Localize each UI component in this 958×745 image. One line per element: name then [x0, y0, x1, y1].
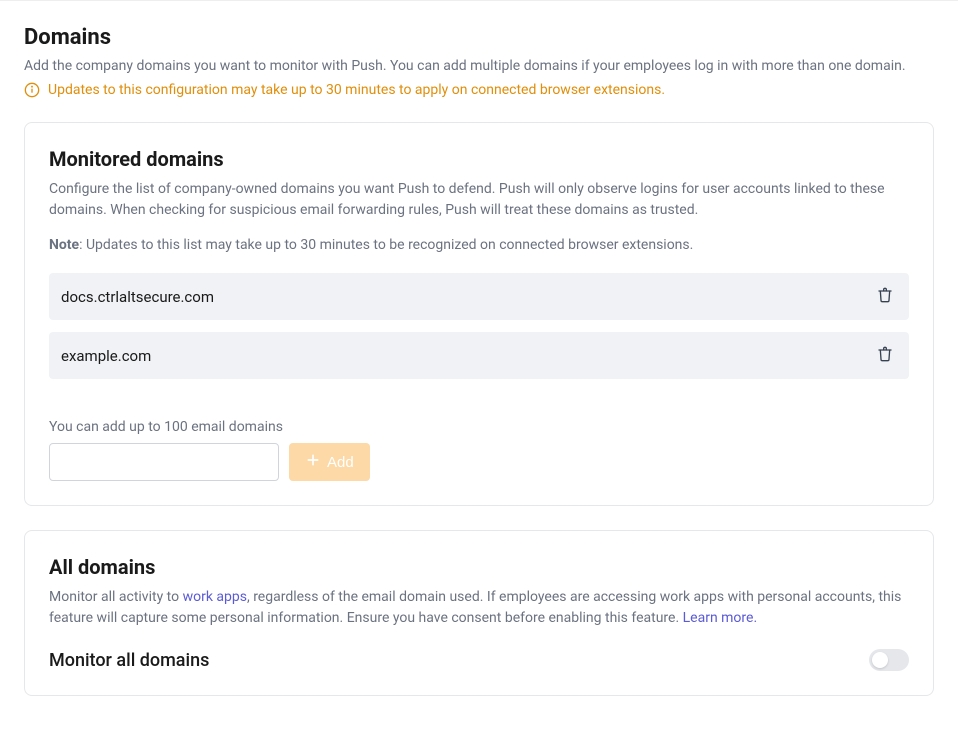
all-desc-prefix: Monitor all activity to [49, 589, 183, 605]
note-label: Note [49, 237, 79, 253]
monitored-description: Configure the list of company-owned doma… [49, 179, 909, 221]
add-button-label: Add [327, 454, 354, 471]
all-domains-card: All domains Monitor all activity to work… [24, 530, 934, 696]
add-domain-input[interactable] [49, 443, 279, 481]
info-icon [24, 82, 40, 98]
domain-name: docs.ctrlaltsecure.com [61, 288, 214, 306]
monitored-note: Note: Updates to this list may take up t… [49, 237, 909, 253]
add-domain-button[interactable]: Add [289, 443, 370, 481]
delete-domain-button[interactable] [873, 342, 897, 369]
page-title: Domains [24, 25, 934, 50]
add-domain-hint: You can add up to 100 email domains [49, 419, 909, 435]
add-domain-section: You can add up to 100 email domains Add [49, 419, 909, 481]
trash-icon [877, 346, 893, 365]
trash-icon [877, 287, 893, 306]
monitor-all-label: Monitor all domains [49, 650, 209, 671]
domain-row: docs.ctrlaltsecure.com [49, 273, 909, 320]
all-domains-description: Monitor all activity to work apps, regar… [49, 587, 909, 629]
monitored-domains-card: Monitored domains Configure the list of … [24, 122, 934, 506]
config-warning: Updates to this configuration may take u… [24, 82, 934, 98]
page-subtitle: Add the company domains you want to moni… [24, 58, 934, 74]
all-domains-title: All domains [49, 555, 909, 579]
plus-icon [305, 452, 321, 472]
note-text: : Updates to this list may take up to 30… [79, 237, 693, 253]
toggle-knob [872, 652, 888, 668]
domain-name: example.com [61, 347, 151, 365]
work-apps-link[interactable]: work apps [183, 589, 247, 605]
domain-list: docs.ctrlaltsecure.com example.com [49, 273, 909, 379]
delete-domain-button[interactable] [873, 283, 897, 310]
monitor-all-toggle[interactable] [869, 649, 909, 671]
warning-text: Updates to this configuration may take u… [48, 82, 665, 98]
learn-more-link[interactable]: Learn more. [683, 610, 758, 626]
monitored-title: Monitored domains [49, 147, 909, 171]
domain-row: example.com [49, 332, 909, 379]
